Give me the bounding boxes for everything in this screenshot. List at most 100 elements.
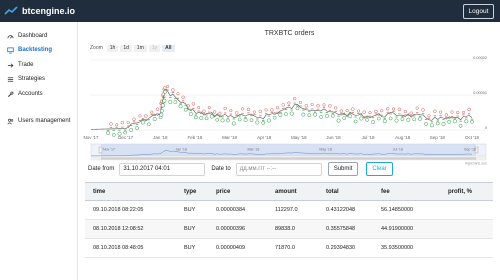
sidebar-item-trade[interactable]: Trade (0, 59, 77, 71)
cell-fee: 56.14850000 (381, 207, 414, 213)
submit-button[interactable]: Submit (327, 162, 359, 176)
buy-order-marker (353, 119, 358, 124)
sell-order-marker (322, 103, 326, 107)
sell-order-marker (287, 101, 291, 105)
logo[interactable]: btcengine.io (4, 4, 75, 18)
buy-order-tick (210, 113, 214, 115)
main-content: TRXBTC orders Zoom 1h 1d 1m 1y All 0.000… (79, 22, 500, 280)
date-filter-bar: Date from 31.10.2017 04:01 Date to дд.мм… (88, 162, 393, 176)
zoom-1d-button[interactable]: 1d (120, 44, 132, 52)
column-header-profit[interactable]: profit, % (448, 189, 472, 195)
date-to-input[interactable]: дд.мм.ггг --:-- (235, 162, 322, 176)
y-tick-label: 0.00002 (473, 56, 487, 60)
buy-order-tick (354, 116, 357, 118)
buy-order-marker (365, 117, 369, 122)
sidebar-item-backtesting[interactable]: Backtesting (0, 44, 77, 56)
date-from-label: Date from (88, 166, 115, 172)
logo-text: btcengine.io (22, 6, 76, 16)
buy-order-marker (255, 120, 260, 125)
zoom-1m-button[interactable]: 1m (133, 44, 147, 52)
column-header-time[interactable]: time (93, 189, 105, 195)
sell-order-tick (433, 115, 437, 117)
column-header-total[interactable]: total (326, 189, 339, 195)
buy-order-marker (376, 116, 381, 121)
zoom-all-button[interactable]: All (162, 44, 175, 52)
buy-order-marker (152, 117, 157, 122)
column-header-type[interactable]: type (184, 189, 196, 195)
sell-order-marker (197, 106, 201, 110)
buy-order-marker (447, 119, 452, 124)
sell-order-tick (316, 108, 320, 110)
buy-order-tick (319, 111, 323, 113)
sell-order-tick (187, 107, 190, 109)
table-row[interactable]: 09.10.2018 08:22:05 BUY 0.00000384 11229… (85, 201, 493, 220)
zoom-1h-button[interactable]: 1h (106, 44, 119, 52)
sell-order-marker (356, 109, 361, 113)
sell-order-marker (241, 107, 245, 111)
table-row[interactable]: 08.10.2018 12:08:52 BUY 0.00000396 89838… (85, 220, 493, 239)
cell-fee: 44.91900000 (381, 226, 414, 232)
navigator-tick-label: Mar '18 (247, 148, 259, 152)
buy-order-marker (249, 118, 254, 123)
buy-order-tick (262, 119, 265, 121)
x-tick-label: Dec '17 (118, 135, 134, 140)
date-from-input[interactable]: 31.10.2017 04:01 (119, 162, 206, 176)
table-row[interactable]: 08.10.2018 08:48:05 BUY 0.00000409 71870… (85, 239, 493, 258)
cell-type: BUY (184, 207, 196, 213)
buy-order-tick (296, 105, 299, 107)
buy-order-tick (360, 114, 363, 116)
zoom-controls: Zoom 1h 1d 1m 1y All (90, 44, 175, 52)
sidebar-item-strategies[interactable]: Strategies (0, 73, 77, 85)
sell-order-tick (299, 105, 302, 107)
sell-order-tick (115, 126, 118, 128)
sell-order-marker (310, 102, 314, 107)
sidebar-item-users-management[interactable]: Users management (0, 115, 77, 127)
buy-order-marker (209, 114, 214, 119)
sidebar-item-accounts[interactable]: Accounts (0, 88, 77, 100)
buy-order-marker (429, 123, 434, 128)
buy-order-tick (407, 114, 410, 116)
clear-button[interactable]: Clear (366, 162, 393, 176)
buy-order-tick (184, 104, 187, 106)
sell-order-marker (409, 111, 413, 115)
column-header-fee[interactable]: fee (381, 189, 390, 195)
sell-order-tick (270, 111, 274, 113)
sidebar-item-dashboard[interactable]: Dashboard (0, 30, 77, 42)
y-tick-label: 0 (485, 126, 487, 130)
x-tick-label: Jul '18 (362, 135, 375, 140)
buy-order-tick (106, 129, 110, 131)
buy-order-marker (272, 115, 277, 120)
buy-order-marker (140, 120, 145, 125)
sell-order-marker (450, 110, 454, 114)
cell-fee: 35.93500000 (381, 245, 414, 251)
sell-order-marker (109, 122, 113, 126)
navigator-tick-label: Nov '17 (103, 148, 115, 152)
sell-order-marker (235, 111, 239, 115)
buy-order-tick (189, 110, 193, 112)
buy-order-marker (400, 117, 405, 121)
wrench-icon (7, 91, 14, 98)
sell-order-tick (176, 97, 180, 99)
buy-order-marker (424, 122, 428, 126)
column-header-price[interactable]: price (216, 189, 230, 195)
logout-button[interactable]: Logout (463, 4, 494, 19)
top-navbar: btcengine.io Logout (0, 0, 500, 22)
navigator-tick-label: May '18 (319, 148, 331, 152)
sell-order-tick (345, 114, 349, 116)
sell-order-tick (247, 112, 250, 114)
zoom-1y-button[interactable]: 1y (148, 44, 161, 52)
column-header-amount[interactable]: amount (275, 189, 297, 195)
buy-order-marker (261, 121, 266, 125)
buy-order-marker (289, 111, 294, 116)
buy-order-tick (244, 117, 247, 119)
sell-order-tick (202, 113, 206, 115)
speedometer-icon (7, 33, 14, 40)
sell-order-tick (235, 114, 238, 116)
buy-order-tick (250, 115, 253, 117)
sell-order-marker (415, 106, 419, 110)
orders-chart[interactable]: 0.00002 0.00001 0 Nov '17 Dec '17 Jan '18 Feb … (79, 52, 500, 200)
buy-order-marker (370, 120, 375, 125)
buy-order-marker (199, 115, 204, 120)
buy-order-marker (231, 121, 236, 126)
sell-order-marker (374, 109, 378, 114)
